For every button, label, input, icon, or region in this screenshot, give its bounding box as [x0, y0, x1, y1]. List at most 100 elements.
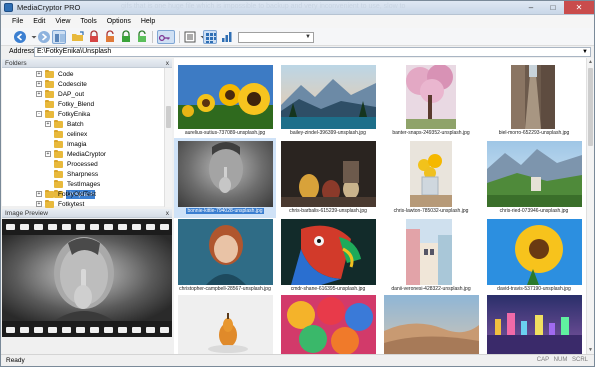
expander-icon[interactable]: +	[36, 81, 42, 87]
thumbnail-item[interactable]: cmdr-shane-616395-unsplash.jpg	[277, 216, 379, 296]
decrypt-unlock-icon[interactable]	[103, 30, 117, 44]
film-strip-top	[2, 221, 172, 232]
expander-icon[interactable]: +	[36, 71, 42, 77]
scroll-down-icon[interactable]: ▼	[587, 346, 594, 354]
thumbnail-item[interactable]	[483, 292, 585, 354]
tree-item[interactable]: + Batch	[45, 119, 85, 129]
tree-item[interactable]: TestImages	[45, 179, 101, 189]
view-dropdown-icon[interactable]	[196, 30, 206, 44]
tree-item-label: Sharpness	[67, 170, 99, 178]
title-bar[interactable]: MediaCryptor PRO gifs that is one huge f…	[1, 1, 594, 15]
thumbnail-image	[281, 219, 376, 285]
thumbnail-gallery[interactable]: aurelius-sutius-737089-unsplash.jpg bail…	[174, 58, 586, 354]
thumbnail-item[interactable]: banter-snaps-249352-unsplash.jpg	[380, 60, 482, 140]
thumbnail-item[interactable]: christopher-campbell-28567-unsplash.jpg	[174, 216, 276, 296]
maximize-button[interactable]: □	[542, 1, 564, 14]
tree-item[interactable]: Fotky_Blend	[36, 99, 95, 109]
tree-item[interactable]: + FotkyOldTest	[36, 189, 97, 199]
menu-file[interactable]: File	[7, 15, 28, 28]
scrollbar-thumb[interactable]	[166, 106, 171, 128]
tree-item-label: Code	[58, 70, 74, 78]
menu-options[interactable]: Options	[102, 15, 136, 28]
forward-icon[interactable]	[37, 30, 51, 44]
menu-edit[interactable]: Edit	[28, 15, 50, 28]
thumbnail-image	[406, 219, 452, 285]
close-icon[interactable]: x	[166, 209, 169, 218]
expander-icon	[36, 101, 42, 107]
tree-item[interactable]: Processed	[45, 159, 99, 169]
expander-icon[interactable]: +	[45, 121, 51, 127]
expander-icon[interactable]: +	[36, 191, 42, 197]
thumbnail-caption: banter-snaps-249352-unsplash.jpg	[380, 130, 482, 137]
unlock-all-icon[interactable]	[135, 30, 149, 44]
scroll-up-icon[interactable]: ▲	[587, 58, 594, 66]
folder-icon	[54, 119, 63, 128]
minimize-button[interactable]: –	[520, 1, 542, 14]
thumbnail-image	[487, 219, 582, 285]
tree-item[interactable]: + Code	[36, 69, 75, 79]
tree-item-label: Processed	[67, 160, 98, 168]
tree-item-label: DAP_out	[58, 90, 85, 98]
expander-icon[interactable]: +	[45, 151, 51, 157]
thumbnail-item[interactable]: chris-ried-073946-unsplash.jpg	[483, 138, 585, 218]
tree-item[interactable]: Imagia	[45, 139, 88, 149]
address-input[interactable]: E:\FotkyEnika\Unsplash ▼	[34, 47, 591, 57]
tree-item[interactable]: Sharpness	[45, 169, 99, 179]
thumbnail-item[interactable]: bailey-zindel-396399-unsplash.jpg	[277, 60, 379, 140]
tree-item[interactable]: + DAP_out	[36, 89, 85, 99]
tree-item[interactable]: celinex	[45, 129, 88, 139]
caption-text: chris-barbalis-615239-unsplash.jpg	[289, 208, 367, 214]
folder-icon	[45, 79, 54, 88]
thumbnail-item[interactable]: chris-barbalis-615239-unsplash.jpg	[277, 138, 379, 218]
tree-item[interactable]: + Codescite	[36, 79, 88, 89]
toolbar-separator	[152, 31, 153, 43]
toolbar: ▼	[1, 28, 594, 46]
caption-text: biel-morro-652293-unsplash.jpg	[498, 130, 570, 136]
open-folder-icon[interactable]	[71, 30, 85, 44]
keyboard-indicators: CAP NUM SCRL	[536, 357, 588, 363]
tree-item[interactable]: + MediaCryptor	[45, 149, 107, 159]
key-icon[interactable]	[157, 30, 175, 44]
back-dropdown-icon[interactable]	[27, 30, 37, 44]
menu-help[interactable]: Help	[136, 15, 160, 28]
thumbnail-item[interactable]	[380, 292, 482, 354]
thumbnail-item[interactable]: danii-veronesi-428322-unsplash.jpg	[380, 216, 482, 296]
close-icon[interactable]: x	[166, 59, 169, 68]
folder-tree[interactable]: + Code + Codescite + DAP_out Fotky_Blend - F…	[2, 68, 165, 206]
gallery-scrollbar[interactable]: ▲ ▼	[586, 58, 594, 354]
chevron-down-icon[interactable]: ▼	[304, 34, 312, 41]
folder-tree-scrollbar[interactable]	[164, 68, 172, 207]
folder-icon	[54, 149, 63, 158]
thumbnails-view-icon[interactable]	[203, 30, 217, 44]
thumbnail-item[interactable]: aurelius-sutius-737089-unsplash.jpg	[174, 60, 276, 140]
preview-photo	[2, 235, 172, 321]
folders-title: Folders	[5, 60, 27, 67]
thumbnail-item[interactable]	[174, 292, 276, 354]
tree-item-label: Fotkytest	[58, 200, 85, 208]
encrypt-lock-icon[interactable]	[87, 30, 101, 44]
tree-item[interactable]: + Fotkytest	[36, 199, 85, 209]
folder-view-icon[interactable]	[52, 30, 66, 44]
scrollbar-thumb[interactable]	[588, 68, 593, 146]
tree-item[interactable]: - FotkyEnika	[36, 109, 91, 119]
expander-icon[interactable]: +	[36, 91, 42, 97]
thumbnail-caption: chris-barbalis-615239-unsplash.jpg	[277, 208, 379, 215]
expander-icon[interactable]: -	[36, 111, 42, 117]
menu-tools[interactable]: Tools	[75, 15, 101, 28]
menu-view[interactable]: View	[50, 15, 75, 28]
lock-all-icon[interactable]	[119, 30, 133, 44]
details-view-icon[interactable]	[183, 30, 197, 44]
caption-text: aurelius-sutius-737089-unsplash.jpg	[184, 130, 266, 136]
tree-item-label: Codescite	[58, 80, 87, 88]
thumbnail-item[interactable]	[277, 292, 379, 354]
back-icon[interactable]	[13, 30, 27, 44]
thumbnail-item-selected[interactable]: bonnie-kittle-794028-unsplash.jpg	[174, 138, 276, 218]
chart-icon[interactable]	[220, 30, 234, 44]
thumbnail-item[interactable]: david-travis-537190-unsplash.jpg	[483, 216, 585, 296]
thumbnail-item[interactable]: chris-lawton-785032-unsplash.jpg	[380, 138, 482, 218]
filter-combo[interactable]: ▼	[238, 32, 314, 43]
close-button[interactable]: ✕	[564, 1, 594, 14]
chevron-down-icon[interactable]: ▼	[582, 48, 588, 56]
expander-icon[interactable]: +	[36, 201, 42, 207]
thumbnail-item[interactable]: biel-morro-652293-unsplash.jpg	[483, 60, 585, 140]
